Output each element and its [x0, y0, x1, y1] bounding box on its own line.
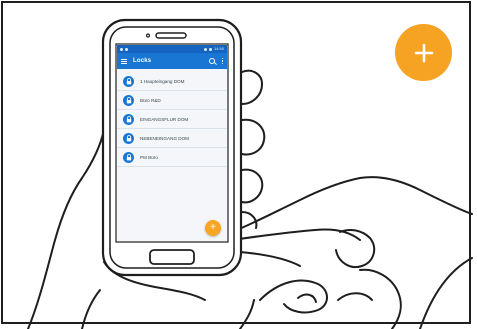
lock-icon: [123, 113, 134, 125]
status-right-icons: 14:50: [203, 45, 224, 53]
search-icon[interactable]: [208, 58, 215, 64]
list-item[interactable]: NEBENEINGANG DOM: [117, 129, 227, 148]
notification-icon: [125, 47, 128, 51]
lock-icon: [123, 94, 134, 106]
notification-icon: [120, 47, 123, 51]
lock-name: NEBENEINGANG DOM: [140, 135, 190, 141]
lock-name: EINGANGSFLUR DOM: [140, 116, 189, 122]
status-left-icons: [120, 47, 128, 51]
phone-screen: 14:50 Locks 1 Haupteingang DOM Büro R&D: [117, 45, 227, 241]
locks-list: 1 Haupteingang DOM Büro R&D EINGANGSFLUR…: [117, 69, 227, 167]
plus-icon: [414, 43, 433, 62]
list-item[interactable]: EINGANGSFLUR DOM: [117, 110, 227, 129]
status-time: 14:50: [213, 46, 224, 51]
list-item[interactable]: Büro R&D: [117, 91, 227, 110]
list-item[interactable]: 1 Haupteingang DOM: [117, 72, 227, 91]
plus-icon: +: [210, 222, 216, 233]
lock-name: Büro R&D: [140, 97, 161, 103]
menu-icon[interactable]: [121, 58, 127, 64]
lock-icon: [123, 132, 134, 144]
add-lock-button[interactable]: +: [205, 220, 221, 236]
battery-icon: [208, 47, 212, 51]
list-item[interactable]: PM Büro: [117, 148, 227, 167]
lock-name: 1 Haupteingang DOM: [140, 78, 185, 84]
status-bar: 14:50: [117, 45, 227, 53]
more-vert-icon[interactable]: [221, 57, 223, 65]
lock-icon: [123, 75, 134, 87]
add-button-callout: [395, 24, 452, 81]
lock-name: PM Büro: [140, 154, 158, 160]
app-bar-title: Locks: [133, 58, 152, 64]
illustration-stage: 14:50 Locks 1 Haupteingang DOM Büro R&D: [0, 0, 477, 329]
lock-icon: [123, 151, 134, 163]
signal-icon: [203, 47, 207, 51]
app-bar: Locks: [117, 53, 227, 69]
